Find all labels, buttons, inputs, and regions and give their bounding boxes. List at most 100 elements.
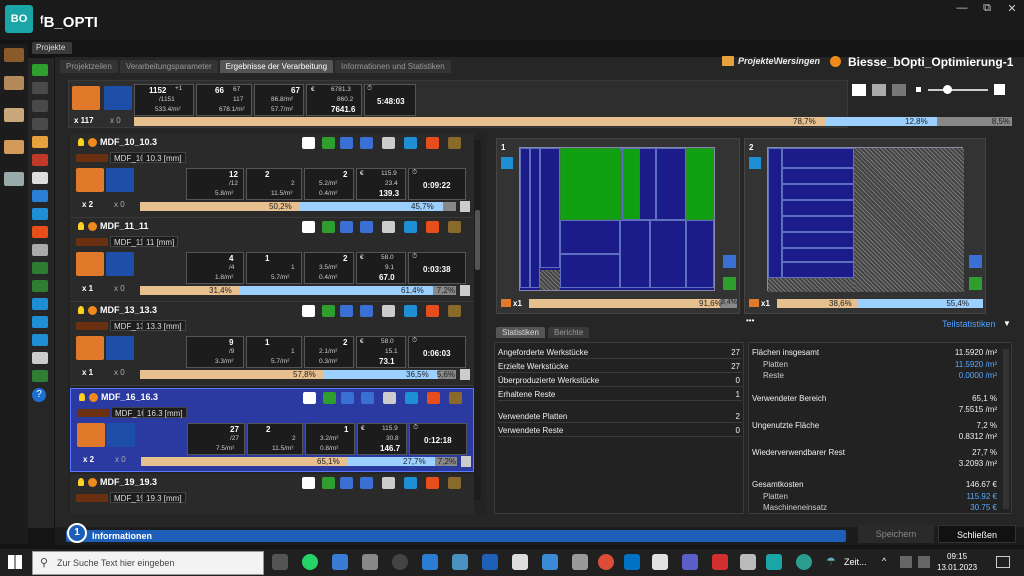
back-arrow-icon[interactable]: [302, 137, 315, 149]
app-blue-icon[interactable]: [482, 554, 498, 570]
windows-start-icon[interactable]: [8, 555, 22, 569]
calc-icon[interactable]: [32, 316, 48, 328]
export-icon[interactable]: [32, 370, 48, 382]
reset-icon[interactable]: [427, 392, 440, 404]
export-icon[interactable]: [448, 305, 461, 317]
timer-icon[interactable]: [405, 392, 418, 404]
app-circle-icon[interactable]: [392, 554, 408, 570]
reset-icon[interactable]: [426, 477, 439, 489]
help-icon[interactable]: ?: [32, 388, 46, 402]
label-icon[interactable]: [360, 477, 373, 489]
copy-icon[interactable]: [322, 221, 335, 233]
copy-icon[interactable]: [322, 305, 335, 317]
back-arrow-icon[interactable]: [303, 392, 316, 404]
label-icon[interactable]: [969, 255, 982, 268]
list-scroll-thumb[interactable]: [475, 210, 480, 270]
books-icon[interactable]: [4, 140, 24, 154]
outlook-icon[interactable]: [624, 554, 640, 570]
export-icon[interactable]: [448, 221, 461, 233]
files-icon[interactable]: [740, 554, 756, 570]
save-button[interactable]: Speichern: [858, 525, 934, 543]
notification-icon[interactable]: [996, 556, 1010, 568]
task-view-icon[interactable]: [272, 554, 288, 570]
tab-projektzeilen[interactable]: Projektzeilen: [60, 60, 118, 73]
export-icon[interactable]: [448, 477, 461, 489]
volume-icon[interactable]: [918, 556, 930, 568]
calculator-icon[interactable]: [461, 456, 471, 467]
export-icon[interactable]: [969, 277, 982, 290]
back-arrow-icon[interactable]: [302, 305, 315, 317]
close-button[interactable]: Schließen: [938, 525, 1016, 543]
stats-scrollbar[interactable]: [1003, 349, 1009, 509]
whatsapp-icon[interactable]: [302, 554, 318, 570]
material-row[interactable]: MDF_16_16.3 MDF_16 16.3 [mm] x 2x 0 27 /27 …: [70, 388, 474, 472]
export-icon[interactable]: [723, 277, 736, 290]
label-icon[interactable]: [32, 334, 48, 346]
lightbulb-icon[interactable]: [79, 393, 85, 401]
tab-statistiken[interactable]: Statistiken: [496, 327, 545, 338]
calculator-icon[interactable]: [460, 285, 470, 296]
tab-berichte[interactable]: Berichte: [548, 327, 590, 338]
back-arrow-icon[interactable]: [302, 221, 315, 233]
tab-verarbeitungsparameter[interactable]: Verarbeitungsparameter: [119, 60, 218, 73]
teams-icon[interactable]: [682, 554, 698, 570]
tab-ergebnisse[interactable]: Ergebnisse der Verarbeitung: [219, 60, 334, 73]
copy-icon[interactable]: [323, 392, 336, 404]
chrome-icon[interactable]: [598, 554, 614, 570]
lightbulb-icon[interactable]: [78, 478, 84, 486]
print-icon[interactable]: [382, 137, 395, 149]
network-icon[interactable]: [900, 556, 912, 568]
material-row[interactable]: MDF_13_13.3 MDF_13 13.3 [mm] x 1x 0 9 /9 3.…: [70, 302, 474, 386]
acrobat-icon[interactable]: [712, 554, 728, 570]
print-icon[interactable]: [32, 352, 48, 364]
parts-icon[interactable]: [341, 392, 354, 404]
print-icon[interactable]: [382, 221, 395, 233]
sheet-preview-1[interactable]: 1 x1 91,6% 8,4%: [496, 138, 740, 314]
parts-icon[interactable]: [340, 305, 353, 317]
weather-label[interactable]: Zeit...: [844, 557, 867, 567]
taskbar-search[interactable]: Zur Suche Text hier eingeben: [32, 551, 264, 575]
label-icon[interactable]: [360, 221, 373, 233]
copy-icon[interactable]: [322, 477, 335, 489]
calculator-icon[interactable]: [542, 554, 558, 570]
paste-icon[interactable]: [32, 100, 48, 112]
weather-icon[interactable]: ☂: [826, 555, 836, 568]
label-icon[interactable]: [361, 392, 374, 404]
list-scrollbar[interactable]: [474, 140, 481, 500]
more-icon[interactable]: •••: [746, 316, 754, 325]
word-icon[interactable]: [422, 554, 438, 570]
sheet2-icon[interactable]: [32, 280, 48, 292]
tools-icon[interactable]: [4, 172, 24, 186]
minimize-icon[interactable]: —: [950, 2, 974, 14]
reset-icon[interactable]: [426, 305, 439, 317]
timer-icon[interactable]: [404, 305, 417, 317]
folder-icon[interactable]: [32, 136, 48, 148]
info-bar[interactable]: [66, 530, 846, 542]
timer-icon[interactable]: [404, 477, 417, 489]
back-arrow-icon[interactable]: [302, 477, 315, 489]
print-icon[interactable]: [382, 477, 395, 489]
material-icon[interactable]: [4, 48, 24, 62]
help-taskbar-icon[interactable]: [796, 554, 812, 570]
list-icon[interactable]: [32, 118, 48, 130]
timer-icon[interactable]: [404, 137, 417, 149]
lightbulb-icon[interactable]: [78, 222, 84, 230]
tab-projekte[interactable]: Projekte: [32, 42, 72, 54]
add-icon[interactable]: [32, 64, 48, 76]
parts-icon[interactable]: [340, 221, 353, 233]
grid-medium-icon[interactable]: [872, 84, 886, 96]
refresh-icon[interactable]: [32, 190, 48, 202]
material-row[interactable]: MDF_19_19.3 MDF_19 19.3 [mm]: [70, 474, 474, 514]
zoom-slider[interactable]: [928, 89, 988, 91]
store-icon[interactable]: [362, 554, 378, 570]
close-icon[interactable]: ✕: [1000, 2, 1024, 15]
parts-icon[interactable]: [340, 477, 353, 489]
teilstatistiken-dropdown[interactable]: Teilstatistiken: [942, 319, 996, 329]
tab-informationen[interactable]: Informationen und Statistiken: [335, 60, 451, 73]
sheet-info-icon[interactable]: [749, 157, 761, 169]
sheet-icon[interactable]: [32, 262, 48, 274]
print-icon[interactable]: [383, 392, 396, 404]
chevron-down-icon[interactable]: ▼: [1003, 319, 1011, 328]
photos-icon[interactable]: [452, 554, 468, 570]
sheet-info-icon[interactable]: [501, 157, 513, 169]
